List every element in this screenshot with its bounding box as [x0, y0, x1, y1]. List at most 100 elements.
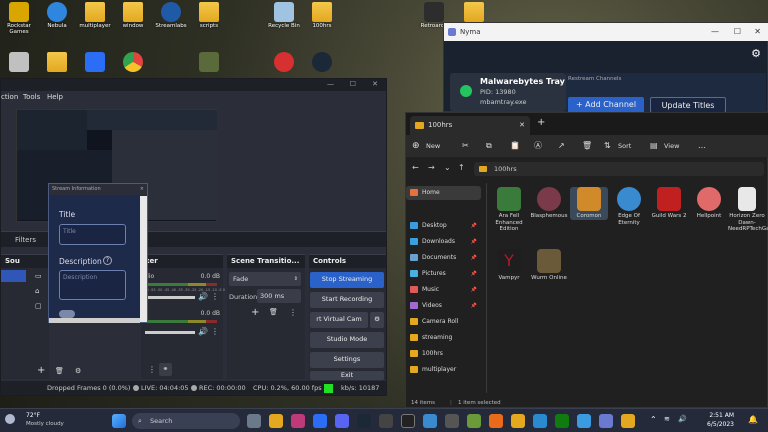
- toggle-switch[interactable]: [59, 310, 75, 318]
- file-item[interactable]: Guild Wars 2: [650, 187, 688, 220]
- title-input[interactable]: Title: [59, 224, 126, 245]
- notification-icon[interactable]: 🔔: [748, 415, 758, 424]
- view-button[interactable]: View: [664, 135, 679, 157]
- file-item[interactable]: Y Vampyr: [490, 249, 528, 282]
- desktop-icon-nebula[interactable]: Nebula: [38, 2, 76, 29]
- nav-item-pictures[interactable]: Pictures 📌: [406, 267, 481, 281]
- wifi-icon[interactable]: ≋: [664, 415, 670, 423]
- desktop-icon-folder[interactable]: [38, 52, 76, 73]
- clock-date[interactable]: 6/5/2023: [694, 421, 734, 428]
- monitor-icon[interactable]: ▭: [35, 272, 42, 280]
- app-taskbar-icon[interactable]: [445, 414, 459, 428]
- address-bar[interactable]: 100hrs: [474, 162, 764, 176]
- desktop-icon-rockstar[interactable]: Rockstar Games: [0, 2, 38, 35]
- close-icon[interactable]: ×: [140, 184, 144, 195]
- menu-action[interactable]: ction: [1, 93, 18, 101]
- studio-mode-button[interactable]: Studio Mode: [310, 332, 384, 348]
- copy-icon[interactable]: ⧉: [486, 135, 492, 157]
- minimize-button[interactable]: —: [327, 80, 334, 88]
- task-view-icon[interactable]: [247, 414, 261, 428]
- add-icon[interactable]: +: [251, 308, 259, 318]
- start-recording-button[interactable]: Start Recording: [310, 292, 384, 308]
- pin-icon[interactable]: 📌: [471, 251, 477, 265]
- search-box[interactable]: ⌕ Search: [132, 413, 240, 429]
- add-icon[interactable]: +: [37, 366, 45, 376]
- nav-item-multiplayer[interactable]: multiplayer: [406, 363, 481, 377]
- xbox-icon[interactable]: [555, 414, 569, 428]
- maximize-button[interactable]: ☐: [350, 80, 356, 88]
- pin-icon[interactable]: 📌: [471, 267, 477, 281]
- update-titles-button[interactable]: Update Titles: [650, 97, 726, 113]
- description-input[interactable]: Description: [59, 270, 126, 300]
- desktop-icon-scripts[interactable]: scripts: [190, 2, 228, 29]
- desktop-icon-game[interactable]: [190, 52, 228, 73]
- dialog-scrollbar[interactable]: [140, 196, 147, 322]
- volume-slider[interactable]: [145, 296, 195, 299]
- help-icon[interactable]: ?: [103, 256, 112, 265]
- more-options-icon[interactable]: ⋮: [289, 308, 297, 317]
- delete-icon[interactable]: 🗑: [582, 135, 592, 157]
- new-icon[interactable]: ⊕: [412, 135, 420, 157]
- nav-item-desktop[interactable]: Desktop 📌: [406, 219, 481, 233]
- file-explorer-taskbar-icon[interactable]: [269, 414, 283, 428]
- file-item[interactable]: Edge Of Eternity: [610, 187, 648, 226]
- more-options-icon[interactable]: ⋮: [148, 365, 156, 374]
- desktop-icon-window[interactable]: window: [114, 2, 152, 29]
- explorer-tab[interactable]: 100hrs ✕: [410, 116, 530, 135]
- app-taskbar-icon[interactable]: [533, 414, 547, 428]
- desktop-icon-chrome[interactable]: [114, 52, 152, 73]
- weather-condition[interactable]: Mostly cloudy: [26, 421, 64, 427]
- file-item[interactable]: Wurm Online: [530, 249, 568, 282]
- desktop-icon-app[interactable]: [0, 52, 38, 73]
- gear-icon[interactable]: ⚙: [75, 367, 81, 375]
- pin-icon[interactable]: 📌: [471, 219, 477, 233]
- forward-icon[interactable]: →: [428, 163, 435, 172]
- app-taskbar-icon[interactable]: [313, 414, 327, 428]
- desktop-icon-streamlabs[interactable]: Streamlabs: [152, 2, 190, 29]
- new-tab-button[interactable]: +: [537, 117, 545, 128]
- source-item-selected[interactable]: [1, 270, 26, 282]
- cut-icon[interactable]: ✂: [462, 135, 469, 157]
- rename-icon[interactable]: Ⓐ: [534, 135, 542, 157]
- folder-taskbar-icon[interactable]: [511, 414, 525, 428]
- maximize-button[interactable]: ☐: [734, 23, 741, 41]
- filters-button[interactable]: Filters: [15, 236, 36, 244]
- desktop-icon-folder[interactable]: [455, 2, 493, 23]
- steam-taskbar-icon[interactable]: [357, 414, 371, 428]
- app-taskbar-icon[interactable]: [467, 414, 481, 428]
- file-item[interactable]: Blasphemous: [530, 187, 568, 220]
- start-icon[interactable]: [112, 414, 126, 428]
- nav-item-home[interactable]: Home: [406, 186, 481, 200]
- link-icon[interactable]: ⚭: [159, 363, 172, 376]
- folder-taskbar-icon[interactable]: [621, 414, 635, 428]
- pin-icon[interactable]: 📌: [471, 283, 477, 297]
- more-options-icon[interactable]: …: [698, 135, 706, 157]
- settings-button[interactable]: Settings: [310, 352, 384, 368]
- tray-process-card[interactable]: Malwarebytes Tray Ap PID: 13980 mbamtray…: [450, 73, 580, 111]
- nav-item-streaming[interactable]: streaming: [406, 331, 481, 345]
- vlc-icon[interactable]: [489, 414, 503, 428]
- view-icon[interactable]: ▤: [650, 135, 658, 157]
- gamepad-icon[interactable]: ⌂: [35, 287, 39, 295]
- app-taskbar-icon[interactable]: [291, 414, 305, 428]
- speaker-icon[interactable]: 🔊: [198, 327, 208, 336]
- trash-icon[interactable]: 🗑: [269, 308, 278, 316]
- minimize-button[interactable]: —: [711, 23, 719, 41]
- trash-icon[interactable]: 🗑: [55, 367, 64, 375]
- pin-icon[interactable]: 📌: [471, 235, 477, 249]
- epic-games-icon[interactable]: [401, 414, 415, 428]
- nav-item-videos[interactable]: Videos 📌: [406, 299, 481, 313]
- chevron-up-icon[interactable]: ⌃: [650, 415, 657, 424]
- nav-item-downloads[interactable]: Downloads 📌: [406, 235, 481, 249]
- volume-slider[interactable]: [145, 331, 195, 334]
- more-options-icon[interactable]: ⋮: [211, 292, 219, 301]
- file-item[interactable]: Hellpoint: [690, 187, 728, 220]
- desktop-icon-malwarebytes[interactable]: [76, 52, 114, 73]
- weather-temp[interactable]: 72°F: [26, 412, 40, 419]
- close-tab-icon[interactable]: ✕: [519, 116, 525, 135]
- file-item[interactable]: Horizon Zero Dawn-NeedRPTechGa...: [728, 187, 768, 233]
- volume-icon[interactable]: 🔊: [678, 415, 687, 423]
- app-taskbar-icon[interactable]: [423, 414, 437, 428]
- nav-item-camera-roll[interactable]: Camera Roll: [406, 315, 481, 329]
- duration-input[interactable]: 300 ms: [257, 289, 301, 303]
